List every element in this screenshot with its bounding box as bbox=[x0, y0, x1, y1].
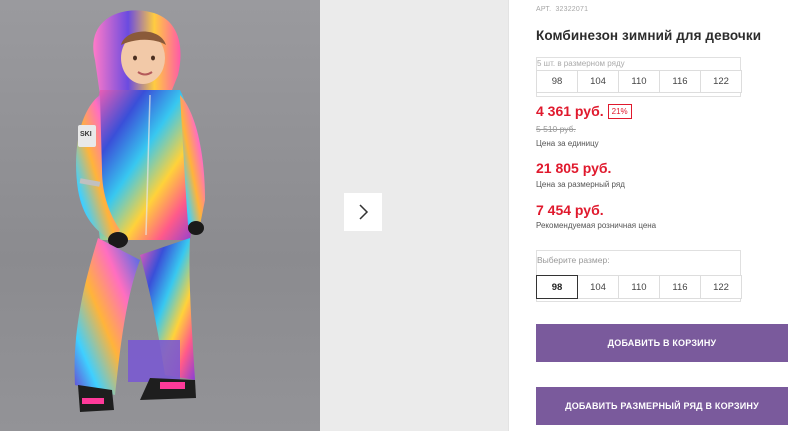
gallery-next-button[interactable] bbox=[344, 193, 382, 231]
article-label: АРТ. bbox=[536, 6, 552, 13]
size-range-cell: 116 bbox=[659, 70, 701, 93]
product-title: Комбинезон зимний для девочки bbox=[536, 28, 762, 43]
discount-badge: 21% bbox=[607, 103, 632, 119]
size-option-110[interactable]: 110 bbox=[618, 275, 660, 299]
child-snowsuit-illustration: SKI bbox=[74, 10, 205, 412]
divider bbox=[508, 0, 509, 431]
rrp-price: 7 454 руб. bbox=[536, 202, 604, 218]
size-range-cell: 98 bbox=[536, 70, 578, 93]
ski-badge-text: SKI bbox=[80, 131, 92, 138]
size-selector-caption: Выберите размер: bbox=[537, 255, 610, 265]
size-option-122[interactable]: 122 bbox=[700, 275, 742, 299]
size-option-98[interactable]: 98 bbox=[536, 275, 578, 299]
rrp-price-label: Рекомендуемая розничная цена bbox=[536, 221, 657, 230]
size-range-cell: 122 bbox=[700, 70, 742, 93]
article-value: 32322071 bbox=[555, 6, 589, 13]
unit-price-block: 4 361 руб. 21% bbox=[536, 103, 632, 119]
range-price-label: Цена за размерный ряд bbox=[536, 180, 625, 189]
unit-price-label: Цена за единицу bbox=[536, 139, 599, 148]
range-price: 21 805 руб. bbox=[536, 160, 612, 176]
product-image[interactable]: SKI bbox=[0, 0, 320, 431]
size-option-104[interactable]: 104 bbox=[577, 275, 619, 299]
size-selector: 98 104 110 116 122 bbox=[536, 275, 742, 299]
add-to-cart-button[interactable]: ДОБАВИТЬ В КОРЗИНУ bbox=[536, 324, 788, 362]
size-option-116[interactable]: 116 bbox=[659, 275, 701, 299]
size-range-cell: 110 bbox=[618, 70, 660, 93]
article-number: АРТ. 32322071 bbox=[536, 6, 588, 13]
unit-price: 4 361 руб. bbox=[536, 103, 604, 119]
chevron-right-icon bbox=[359, 204, 369, 220]
add-size-range-to-cart-button[interactable]: ДОБАВИТЬ РАЗМЕРНЫЙ РЯД В КОРЗИНУ bbox=[536, 387, 788, 425]
size-range-caption: 5 шт. в размерном ряду bbox=[537, 59, 625, 68]
size-range-cell: 104 bbox=[577, 70, 619, 93]
size-range-row: 98 104 110 116 122 bbox=[536, 70, 742, 93]
old-price: 5 510 руб. bbox=[536, 124, 576, 134]
